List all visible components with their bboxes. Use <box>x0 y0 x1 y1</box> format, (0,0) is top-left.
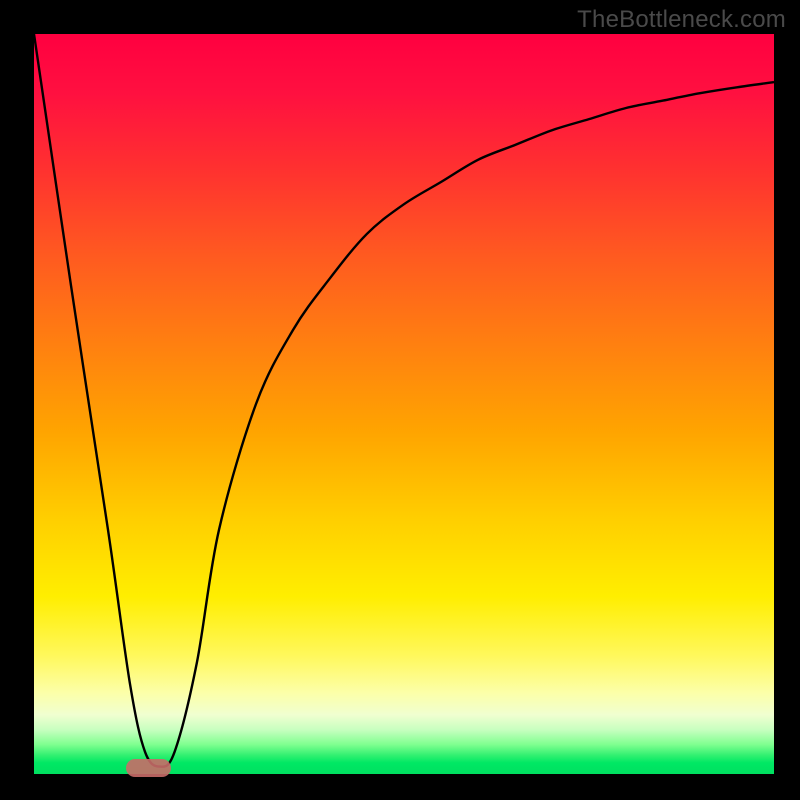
curve-path <box>34 34 774 767</box>
chart-frame: TheBottleneck.com <box>0 0 800 800</box>
plot-area <box>34 34 774 774</box>
bottleneck-curve <box>34 34 774 774</box>
watermark-text: TheBottleneck.com <box>577 6 786 34</box>
optimal-range-marker <box>126 759 171 777</box>
